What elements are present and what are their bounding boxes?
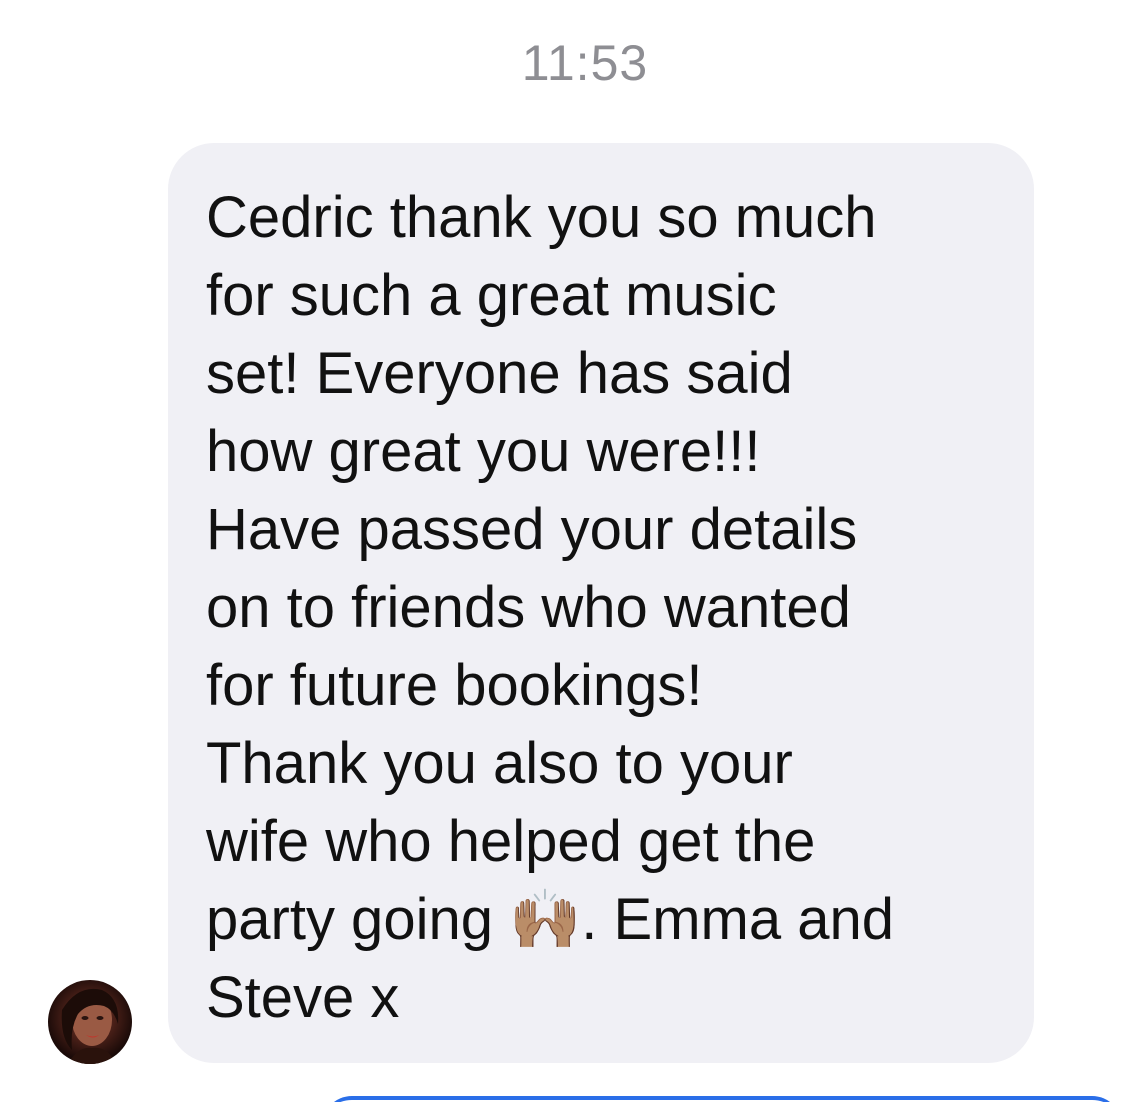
avatar-photo-icon	[61, 988, 119, 1064]
chat-screen: 11:53 Cedric thank you so much for such …	[0, 0, 1124, 1102]
outgoing-message-bubble[interactable]	[322, 1096, 1122, 1102]
incoming-message-bubble[interactable]: Cedric thank you so much for such a grea…	[168, 143, 1034, 1063]
message-text: Cedric thank you so much for such a grea…	[206, 185, 894, 1030]
message-timestamp: 11:53	[521, 35, 649, 91]
sender-avatar[interactable]	[48, 980, 132, 1064]
